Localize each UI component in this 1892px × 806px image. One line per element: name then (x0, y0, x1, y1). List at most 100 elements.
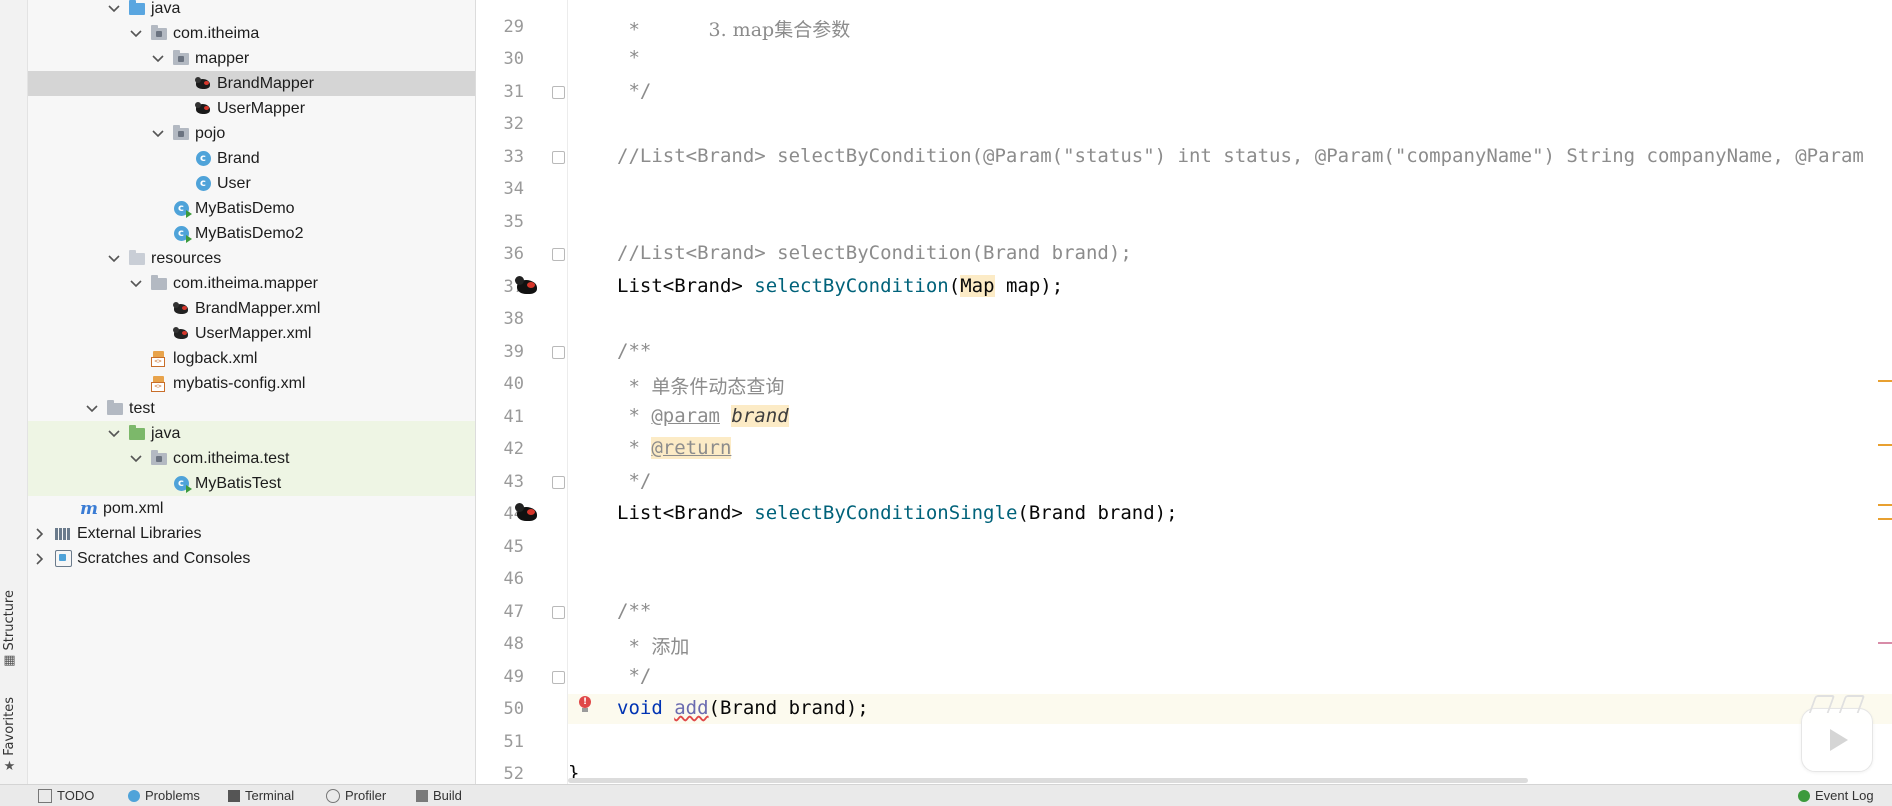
chevron-down-icon[interactable] (84, 401, 100, 417)
warning-marker[interactable] (1878, 444, 1892, 446)
chevron-down-icon[interactable] (128, 451, 144, 467)
chevron-down-icon[interactable] (128, 26, 144, 42)
class-icon: c (194, 151, 212, 167)
warning-marker[interactable] (1878, 380, 1892, 382)
tree-item-usermapper-xml[interactable]: UserMapper.xml (28, 321, 475, 346)
fold-marker-icon[interactable] (552, 671, 565, 684)
mybatis-icon (194, 76, 212, 92)
package-icon (150, 24, 168, 42)
tree-item-com-itheima[interactable]: com.itheima (28, 21, 475, 46)
tree-item-label: java (151, 0, 181, 17)
problems-tab[interactable]: Problems (128, 788, 200, 803)
runnable-class-icon: c (172, 201, 192, 218)
method-name: selectByCondition (754, 275, 949, 297)
tree-item-mybatisdemo[interactable]: c MyBatisDemo (28, 196, 475, 221)
fold-marker-icon[interactable] (552, 476, 565, 489)
chevron-down-icon[interactable] (106, 426, 122, 442)
tree-item-brandmapper-xml[interactable]: BrandMapper.xml (28, 296, 475, 321)
tree-item-label: UserMapper.xml (195, 324, 312, 342)
mybatis-navigate-icon[interactable] (514, 502, 540, 524)
line-number: 34 (503, 179, 524, 199)
scrollbar-thumb[interactable] (568, 778, 1528, 783)
terminal-icon (228, 789, 240, 802)
chevron-down-icon[interactable] (150, 51, 166, 67)
tree-item-java[interactable]: java (28, 0, 475, 21)
code-editor[interactable]: 29 30 31 32 33 34 35 36 37 38 39 40 41 4… (476, 0, 1892, 784)
tree-item-pojo[interactable]: pojo (28, 121, 475, 146)
fold-marker-icon[interactable] (552, 151, 565, 164)
line-number: 46 (503, 569, 524, 589)
horizontal-scrollbar[interactable] (568, 776, 1892, 784)
code-token: ( (948, 275, 961, 297)
fold-marker-icon[interactable] (552, 86, 565, 99)
code-line-31: */ (617, 80, 652, 102)
todo-tab[interactable]: TODO (38, 788, 94, 803)
error-bulb-icon[interactable]: ! (578, 696, 592, 714)
terminal-label: Terminal (245, 788, 295, 803)
profiler-tab[interactable]: Profiler (326, 788, 386, 803)
tree-item-mybatistest[interactable]: c MyBatisTest (28, 471, 475, 496)
favorites-tab[interactable]: Favorites ★ (2, 697, 17, 774)
terminal-tab[interactable]: Terminal (228, 788, 294, 803)
tree-item-usermapper[interactable]: UserMapper (28, 96, 475, 121)
fold-marker-icon[interactable] (552, 248, 565, 261)
tree-item-label: test (129, 399, 155, 417)
warning-marker[interactable] (1878, 518, 1892, 520)
tree-item-com-itheima-test[interactable]: com.itheima.test (28, 446, 475, 471)
tree-item-pom-xml[interactable]: m pom.xml (28, 496, 475, 521)
profiler-label: Profiler (345, 788, 387, 803)
chevron-right-icon[interactable] (32, 551, 48, 567)
tree-item-mapper[interactable]: mapper (28, 46, 475, 71)
tree-item-label: MyBatisTest (195, 474, 282, 492)
code-token: map); (994, 275, 1064, 297)
mybatis-xml-icon (172, 301, 190, 317)
fold-marker-icon[interactable] (552, 606, 565, 619)
tree-item-external-libraries[interactable]: External Libraries (28, 521, 475, 546)
tree-item-brandmapper[interactable]: BrandMapper (28, 71, 475, 96)
chevron-down-icon[interactable] (128, 276, 144, 292)
warning-marker[interactable] (1878, 504, 1892, 506)
code-line-37: List<Brand> selectByCondition(Map map); (617, 275, 1063, 297)
error-stripe[interactable] (1872, 270, 1892, 670)
mybatis-navigate-icon[interactable] (514, 275, 540, 297)
code-line-50: void add(Brand brand); (617, 697, 869, 719)
tree-item-com-itheima-mapper[interactable]: com.itheima.mapper (28, 271, 475, 296)
tree-item-resources[interactable]: resources (28, 246, 475, 271)
tree-item-logback-xml[interactable]: <> logback.xml (28, 346, 475, 371)
comment-text (720, 405, 731, 427)
code-token: List<Brand> (617, 275, 755, 297)
structure-tab[interactable]: Structure ▦ (2, 590, 17, 668)
chevron-right-icon[interactable] (32, 526, 48, 542)
chevron-down-icon[interactable] (106, 1, 122, 17)
build-tab[interactable]: Build (416, 788, 462, 803)
tree-item-user[interactable]: c User (28, 171, 475, 196)
tree-item-mybatis-config-xml[interactable]: <> mybatis-config.xml (28, 371, 475, 396)
tree-item-test[interactable]: test (28, 396, 475, 421)
fold-marker-icon[interactable] (552, 346, 565, 359)
chevron-down-icon[interactable] (150, 126, 166, 142)
tree-item-brand[interactable]: c Brand (28, 146, 475, 171)
code-line-40: * 单条件动态查询 (617, 372, 784, 399)
tree-item-label: Brand (217, 149, 260, 167)
xml-file-icon: <> (150, 376, 168, 392)
tree-item-test-java[interactable]: java (28, 421, 475, 446)
line-number: 38 (503, 309, 524, 329)
line-number: 42 (503, 439, 524, 459)
event-log-tab[interactable]: Event Log (1798, 788, 1874, 803)
chevron-down-icon[interactable] (106, 251, 122, 267)
gutter-separator (567, 0, 568, 784)
line-number: 29 (503, 17, 524, 37)
video-play-button[interactable] (1801, 695, 1873, 772)
mybatis-icon (194, 101, 212, 117)
tree-item-mybatisdemo2[interactable]: c MyBatisDemo2 (28, 221, 475, 246)
tree-item-label: resources (151, 249, 222, 267)
problems-label: Problems (145, 788, 200, 803)
runnable-class-icon: c (172, 476, 192, 493)
code-token: List<Brand> (617, 502, 755, 524)
profiler-icon (326, 788, 340, 803)
tree-item-scratches[interactable]: Scratches and Consoles (28, 546, 475, 571)
error-marker[interactable] (1878, 642, 1892, 644)
xml-file-icon: <> (150, 351, 168, 367)
tree-item-label: Scratches and Consoles (77, 549, 251, 567)
line-number: 45 (503, 537, 524, 557)
